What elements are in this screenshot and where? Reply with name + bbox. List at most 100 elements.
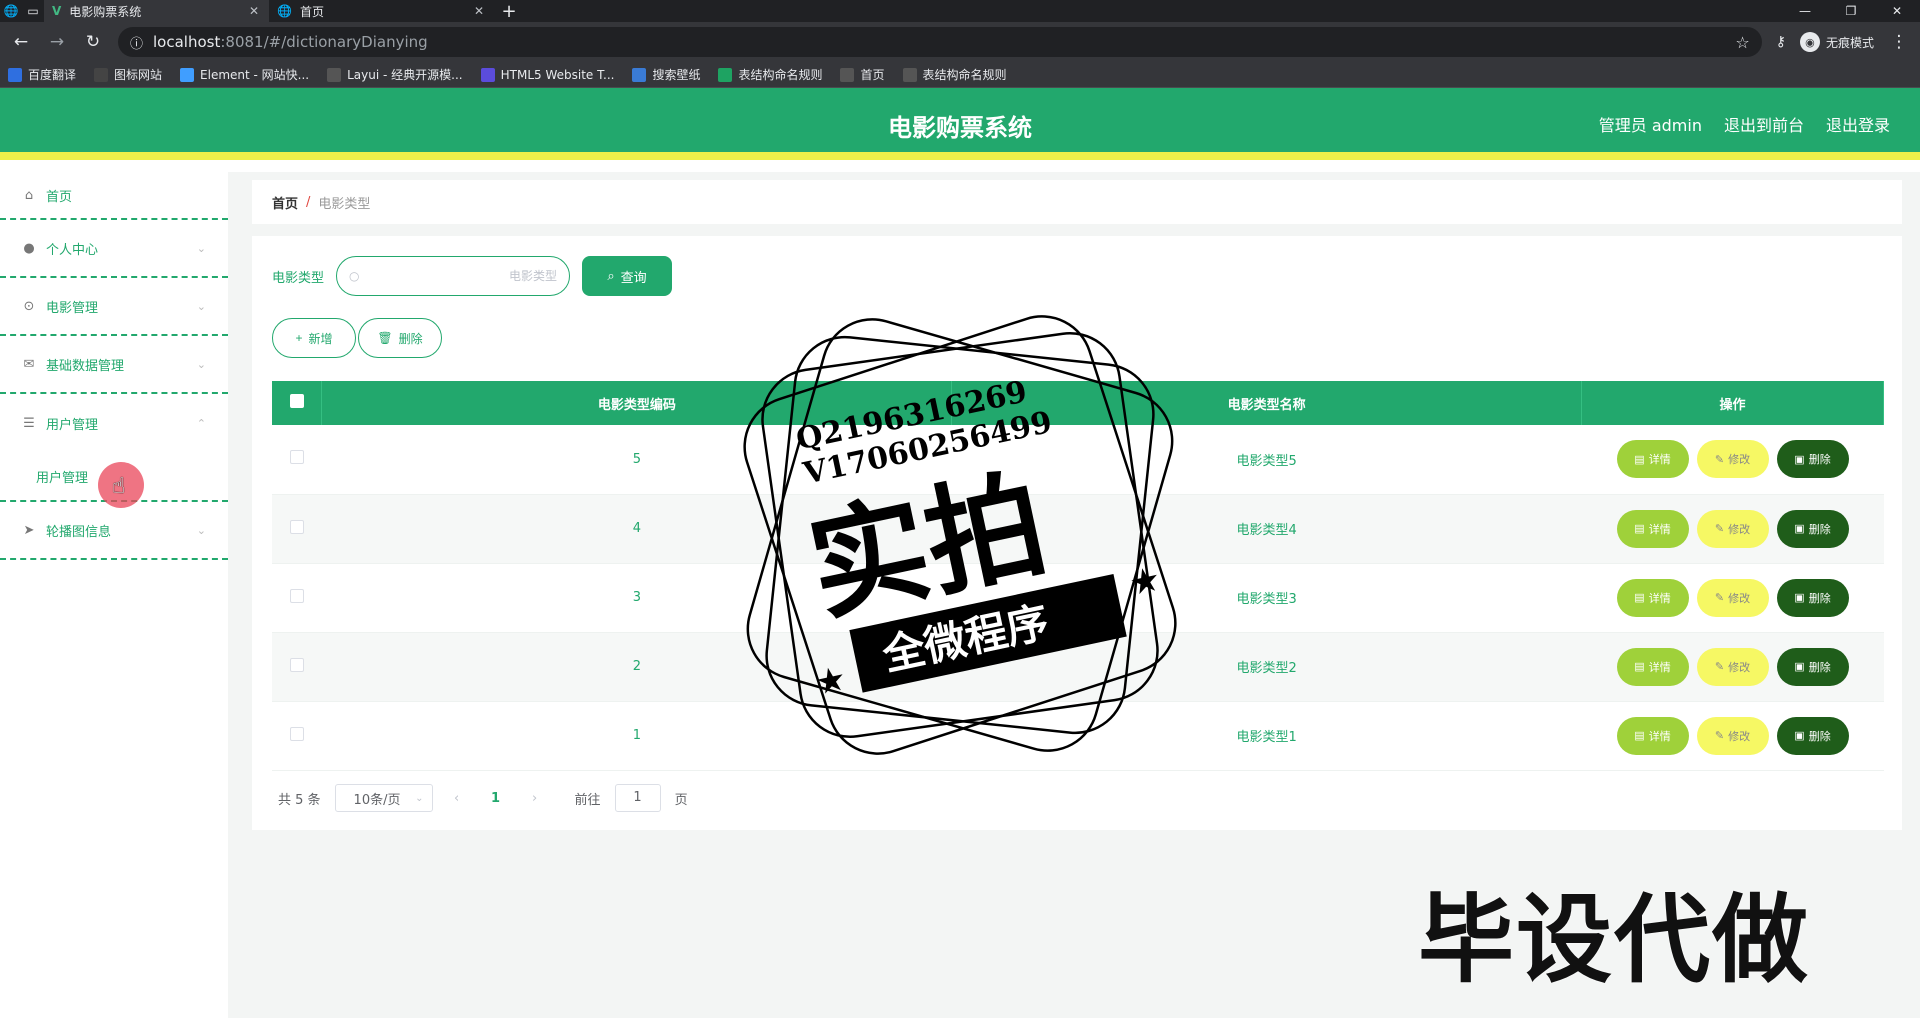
bookmark-item[interactable]: 图标网站 <box>94 66 162 83</box>
sidebar-subitem-user-management[interactable]: 用户管理 ☝ <box>0 452 228 508</box>
info-icon[interactable]: ⓘ <box>130 33 143 52</box>
menu-icon: ☰ <box>23 415 35 431</box>
window-icon[interactable]: ▭ <box>22 0 44 22</box>
delete-label: 删除 <box>1808 454 1831 467</box>
pencil-icon: ✎ <box>1714 453 1725 466</box>
detail-button[interactable]: ▤ 详情 <box>1616 509 1689 548</box>
close-tab-icon[interactable]: ✕ <box>472 4 486 18</box>
bookmark-favicon-icon <box>180 67 195 82</box>
reload-icon[interactable]: ↻ <box>82 32 104 52</box>
row-checkbox[interactable] <box>289 519 304 534</box>
cell-ops: ▤ 详情 ✎ 修改 ▣ 删除 <box>1581 563 1884 633</box>
back-to-front-link[interactable]: 退出到前台 <box>1724 112 1804 136</box>
content-card: 电影类型 ○ ⌕ 查询 + 新增 🗑 删除 电影类型编码 电影类型名称 操作 <box>252 236 1902 830</box>
batch-delete-button[interactable]: 🗑 删除 <box>358 318 442 358</box>
chrome-globe-icon[interactable]: 🌐 <box>0 0 22 22</box>
detail-button[interactable]: ▤ 详情 <box>1616 716 1689 755</box>
cell-name: 电影类型4 <box>951 494 1582 564</box>
chevron-up-icon: ⌃ <box>196 416 206 430</box>
incognito-icon: ◉ <box>1799 32 1820 52</box>
browser-tab-active[interactable]: V 电影购票系统 ✕ <box>44 0 269 22</box>
back-icon[interactable]: ← <box>10 32 32 52</box>
mic-icon: ⊙ <box>23 298 35 314</box>
row-checkbox[interactable] <box>289 657 304 672</box>
page-number-current[interactable]: 1 <box>481 791 511 806</box>
breadcrumb-separator: / <box>306 194 311 210</box>
bookmark-item[interactable]: 表结构命名规则 <box>718 66 822 83</box>
forward-icon[interactable]: → <box>46 32 68 52</box>
search-row: 电影类型 ○ ⌕ 查询 <box>272 256 673 296</box>
bookmark-item[interactable]: 表结构命名规则 <box>902 66 1007 83</box>
page-size-select[interactable]: 10条/页 ⌄ <box>334 784 433 812</box>
sidebar-item-personal[interactable]: ● 个人中心 ⌄ <box>0 220 228 278</box>
detail-button[interactable]: ▤ 详情 <box>1616 440 1689 479</box>
logout-link[interactable]: 退出登录 <box>1826 112 1890 136</box>
bookmark-item[interactable]: 首页 <box>840 66 885 83</box>
bookmark-star-icon[interactable]: ☆ <box>1735 33 1749 52</box>
delete-button[interactable]: ▣ 删除 <box>1776 509 1849 548</box>
row-checkbox[interactable] <box>289 450 304 465</box>
edit-button[interactable]: ✎ 修改 <box>1696 716 1769 755</box>
search-icon: ⌕ <box>607 268 615 283</box>
row-checkbox[interactable] <box>289 588 304 603</box>
close-tab-icon[interactable]: ✕ <box>247 4 261 18</box>
restore-icon[interactable]: ❐ <box>1828 0 1874 22</box>
sidebar-item-home[interactable]: ⌂ 首页 <box>0 172 228 220</box>
cell-ops: ▤ 详情 ✎ 修改 ▣ 删除 <box>1581 632 1884 702</box>
incognito-profile[interactable]: ◉ 无痕模式 <box>1799 32 1874 52</box>
key-icon[interactable]: ⚷ <box>1776 34 1786 50</box>
search-input[interactable] <box>367 269 558 283</box>
sidebar: ⌂ 首页 ● 个人中心 ⌄ ⊙ 电影管理 ⌄ ✉ 基础数据管理 ⌄ ☰ 用户管理… <box>0 172 228 1018</box>
delete-button[interactable]: ▣ 删除 <box>1776 578 1849 617</box>
minimize-icon[interactable]: — <box>1782 0 1828 22</box>
bookmark-favicon-icon <box>632 67 647 82</box>
delete-button[interactable]: ▣ 删除 <box>1776 716 1849 755</box>
close-window-icon[interactable]: ✕ <box>1874 0 1920 22</box>
bookmark-item[interactable]: Element - 网站快... <box>180 66 309 83</box>
data-table: 电影类型编码 电影类型名称 操作 5 电影类型5 ▤ 详情 ✎ 修改 ▣ 删除 4 电影类型4 ▤ 详… <box>272 381 1884 771</box>
row-checkbox[interactable] <box>289 726 304 741</box>
prev-page-icon[interactable]: ‹ <box>447 791 467 806</box>
edit-button[interactable]: ✎ 修改 <box>1696 647 1769 686</box>
bookmark-item[interactable]: Layui - 经典开源模... <box>327 66 463 83</box>
menu-dots-icon[interactable]: ⋮ <box>1888 32 1910 52</box>
sidebar-item-base-data[interactable]: ✉ 基础数据管理 ⌄ <box>0 336 228 394</box>
bookmark-item[interactable]: 搜索壁纸 <box>632 66 700 83</box>
bookmark-label: 图标网站 <box>114 68 163 82</box>
chevron-down-icon: ⌄ <box>196 357 206 371</box>
browser-tab-bar: 🌐 ▭ V 电影购票系统 ✕ 🌐 首页 ✕ + — ❐ ✕ <box>0 0 1920 22</box>
cell-code: 2 <box>321 632 952 702</box>
goto-page-input[interactable]: 1 <box>614 784 661 812</box>
sidebar-subitem-label: 用户管理 <box>36 470 89 486</box>
pencil-icon: ✎ <box>1714 523 1725 535</box>
tab-title: 首页 <box>299 4 324 19</box>
detail-button[interactable]: ▤ 详情 <box>1616 578 1689 617</box>
detail-button[interactable]: ▤ 详情 <box>1616 647 1689 686</box>
cell-code: 1 <box>321 701 952 771</box>
edit-button[interactable]: ✎ 修改 <box>1696 440 1769 479</box>
bookmark-item[interactable]: 百度翻译 <box>8 66 76 83</box>
new-tab-icon[interactable]: + <box>494 0 524 22</box>
table-row: 3 电影类型3 ▤ 详情 ✎ 修改 ▣ 删除 <box>272 563 1884 633</box>
mail-icon: ✉ <box>23 356 35 372</box>
query-button[interactable]: ⌕ 查询 <box>582 256 673 296</box>
next-page-icon[interactable]: › <box>525 791 545 806</box>
url-field[interactable]: ⓘ localhost:8081/#/dictionaryDianying ☆ <box>118 27 1762 57</box>
sidebar-item-carousel[interactable]: ➤ 轮播图信息 ⌄ <box>0 502 228 560</box>
add-button[interactable]: + 新增 <box>272 318 356 358</box>
select-all-checkbox[interactable] <box>289 394 304 408</box>
delete-button[interactable]: ▣ 删除 <box>1776 440 1849 479</box>
breadcrumb-home[interactable]: 首页 <box>272 193 298 212</box>
search-field[interactable]: ○ <box>336 256 571 296</box>
edit-button[interactable]: ✎ 修改 <box>1696 509 1769 548</box>
hand-cursor-icon: ☝ <box>112 474 126 499</box>
sidebar-item-movies[interactable]: ⊙ 电影管理 ⌄ <box>0 278 228 336</box>
detail-label: 详情 <box>1648 523 1671 536</box>
edit-button[interactable]: ✎ 修改 <box>1696 578 1769 617</box>
sidebar-item-users[interactable]: ☰ 用户管理 ⌃ <box>0 394 228 452</box>
browser-tab[interactable]: 🌐 首页 ✕ <box>269 0 494 22</box>
delete-button[interactable]: ▣ 删除 <box>1776 647 1849 686</box>
pencil-icon: ✎ <box>1714 661 1725 673</box>
bookmark-item[interactable]: HTML5 Website T... <box>480 67 614 82</box>
col-header-ops: 操作 <box>1581 381 1884 425</box>
